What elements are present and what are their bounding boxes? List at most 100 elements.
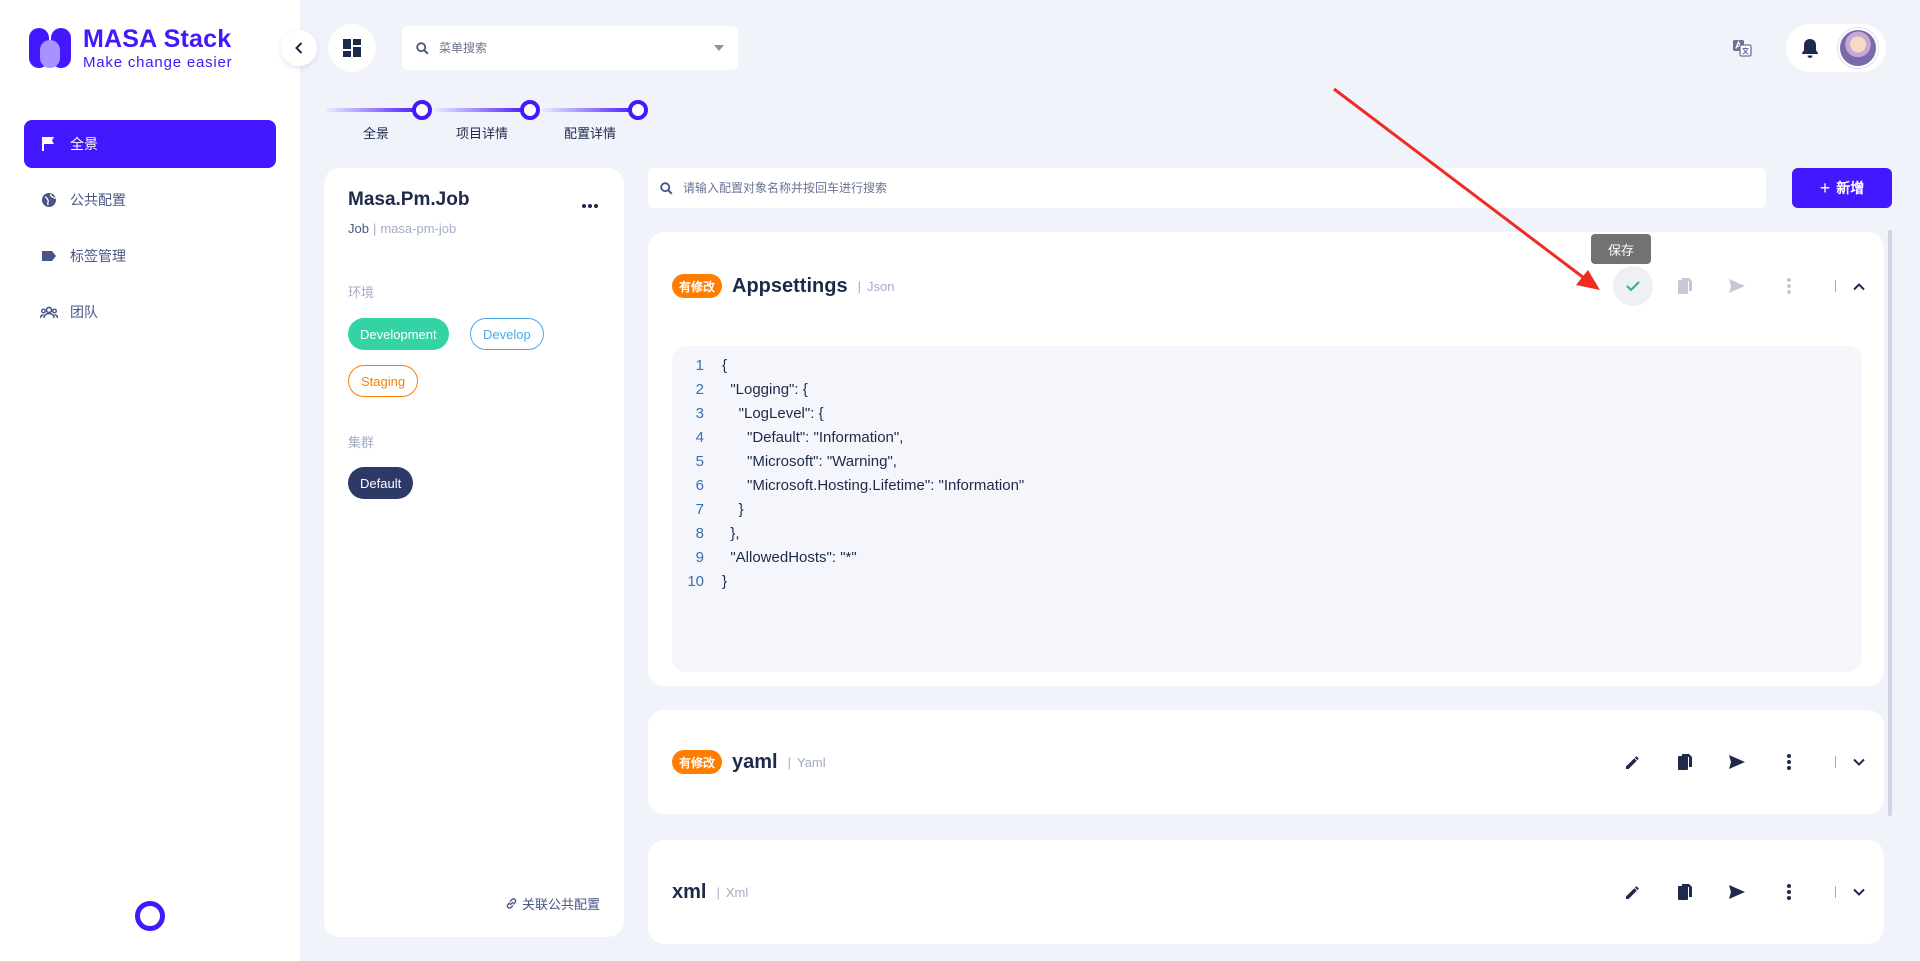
plus-icon: + <box>1819 177 1831 198</box>
more-button[interactable] <box>1769 872 1809 912</box>
config-name: yaml <box>732 750 778 773</box>
divider <box>1835 756 1836 768</box>
config-actions <box>1601 742 1866 782</box>
step-label: 全景 <box>363 126 390 141</box>
sidebar-item-label: 公共配置 <box>70 192 126 208</box>
divider <box>1835 280 1836 292</box>
pencil-icon <box>1625 754 1641 770</box>
step-config-detail[interactable]: 配置详情 <box>542 98 652 142</box>
send-icon <box>1728 884 1746 900</box>
release-button[interactable] <box>1717 872 1757 912</box>
menu-search-input[interactable] <box>439 41 714 55</box>
send-icon <box>1728 754 1746 770</box>
config-card-xml: xml | Xml <box>648 840 1884 944</box>
project-card: Masa.Pm.Job Job | masa-pm-job 环境 Developme… <box>324 168 624 937</box>
config-name: xml <box>672 880 707 903</box>
copy-button[interactable] <box>1665 266 1705 306</box>
copy-icon <box>1677 753 1693 771</box>
sidebar-item-tags[interactable]: 标签管理 <box>24 232 276 280</box>
code-line: } <box>722 501 744 518</box>
more-button[interactable] <box>1769 266 1809 306</box>
env-chip-develop[interactable]: Develop <box>470 318 544 350</box>
pencil-icon <box>1625 884 1641 900</box>
send-icon <box>1728 278 1746 294</box>
more-horizontal-icon[interactable] <box>578 194 602 218</box>
collapse-sidebar-button[interactable] <box>281 30 317 66</box>
scrollbar[interactable] <box>1888 230 1892 816</box>
code-line: "Default": "Information", <box>722 429 904 446</box>
project-name: Masa.Pm.Job <box>348 189 470 210</box>
env-chip-staging[interactable]: Staging <box>348 365 419 397</box>
code-line: "Microsoft.Hosting.Lifetime": "Informati… <box>722 477 1025 494</box>
code-line: "LogLevel": { <box>722 405 824 422</box>
config-search-input[interactable] <box>683 181 1754 195</box>
translate-icon <box>1732 39 1752 57</box>
chevron-down-icon[interactable] <box>1852 888 1866 897</box>
search-icon <box>660 181 673 195</box>
logo-name: MASA Stack <box>83 24 232 53</box>
copy-button[interactable] <box>1665 872 1705 912</box>
add-config-label: 新增 <box>1836 180 1865 196</box>
notification-bell-icon[interactable] <box>1800 37 1820 59</box>
globe-icon <box>40 191 58 209</box>
code-line: { <box>722 357 728 374</box>
code-editor[interactable]: 1{ 2 "Logging": { 3 "LogLevel": { 4 "Def… <box>672 346 1862 672</box>
language-button[interactable] <box>1720 26 1764 70</box>
config-search[interactable] <box>648 168 1766 208</box>
config-actions <box>1601 872 1866 912</box>
edit-button[interactable] <box>1613 872 1653 912</box>
save-button[interactable] <box>1613 266 1653 306</box>
sidebar-item-team[interactable]: 团队 <box>24 288 276 336</box>
dashboard-button[interactable] <box>328 24 376 72</box>
cluster-section-label: 集群 <box>348 435 375 450</box>
code-line: } <box>722 573 728 590</box>
team-icon <box>40 303 58 321</box>
link-public-config[interactable]: 关联公共配置 <box>505 894 600 913</box>
code-line: }, <box>722 525 740 542</box>
release-button[interactable] <box>1717 266 1757 306</box>
flag-icon <box>40 135 58 153</box>
breadcrumb-stepper: 全景 项目详情 配置详情 <box>326 98 656 142</box>
config-format: | Yaml <box>787 754 826 770</box>
link-icon <box>505 897 518 910</box>
more-vertical-icon <box>1787 884 1791 900</box>
more-button[interactable] <box>1769 742 1809 782</box>
copy-button[interactable] <box>1665 742 1705 782</box>
avatar[interactable] <box>1838 28 1878 68</box>
config-format: | Xml <box>716 884 749 900</box>
code-line: "Microsoft": "Warning", <box>722 453 897 470</box>
step-label: 项目详情 <box>456 126 509 141</box>
tag-icon <box>40 247 58 265</box>
config-name: Appsettings <box>732 274 848 297</box>
chevron-up-icon[interactable] <box>1852 282 1866 291</box>
sidebar-item-public-config[interactable]: 公共配置 <box>24 176 276 224</box>
check-icon <box>1625 280 1641 292</box>
sidebar: MASA Stack Make change easier 全景 公共配置 标签… <box>0 0 300 961</box>
divider <box>1835 886 1836 898</box>
step-overview[interactable]: 全景 <box>326 98 436 142</box>
sidebar-item-overview[interactable]: 全景 <box>24 120 276 168</box>
sidebar-nav: 全景 公共配置 标签管理 团队 <box>24 120 276 344</box>
logo[interactable]: MASA Stack Make change easier <box>28 26 232 70</box>
link-public-config-label: 关联公共配置 <box>521 897 600 912</box>
add-config-button[interactable]: + 新增 <box>1792 168 1892 208</box>
cluster-chip-default[interactable]: Default <box>348 467 414 499</box>
more-vertical-icon <box>1787 754 1791 770</box>
edit-button[interactable] <box>1613 742 1653 782</box>
caret-down-icon[interactable] <box>714 45 724 51</box>
dashboard-icon <box>343 39 361 57</box>
project-identity: masa-pm-job <box>380 221 457 236</box>
chevron-down-icon[interactable] <box>1852 758 1866 767</box>
logo-tagline: Make change easier <box>83 53 233 71</box>
env-section-label: 环境 <box>348 285 375 300</box>
release-button[interactable] <box>1717 742 1757 782</box>
more-vertical-icon <box>1787 278 1791 294</box>
config-actions <box>1601 266 1866 306</box>
menu-search[interactable] <box>402 26 738 70</box>
project-type: Job <box>348 221 369 236</box>
step-project-detail[interactable]: 项目详情 <box>434 98 544 142</box>
project-subtitle: Job | masa-pm-job <box>348 221 457 236</box>
config-format: | Json <box>857 278 895 294</box>
env-chip-development[interactable]: Development <box>348 318 449 350</box>
copy-icon <box>1677 883 1693 901</box>
